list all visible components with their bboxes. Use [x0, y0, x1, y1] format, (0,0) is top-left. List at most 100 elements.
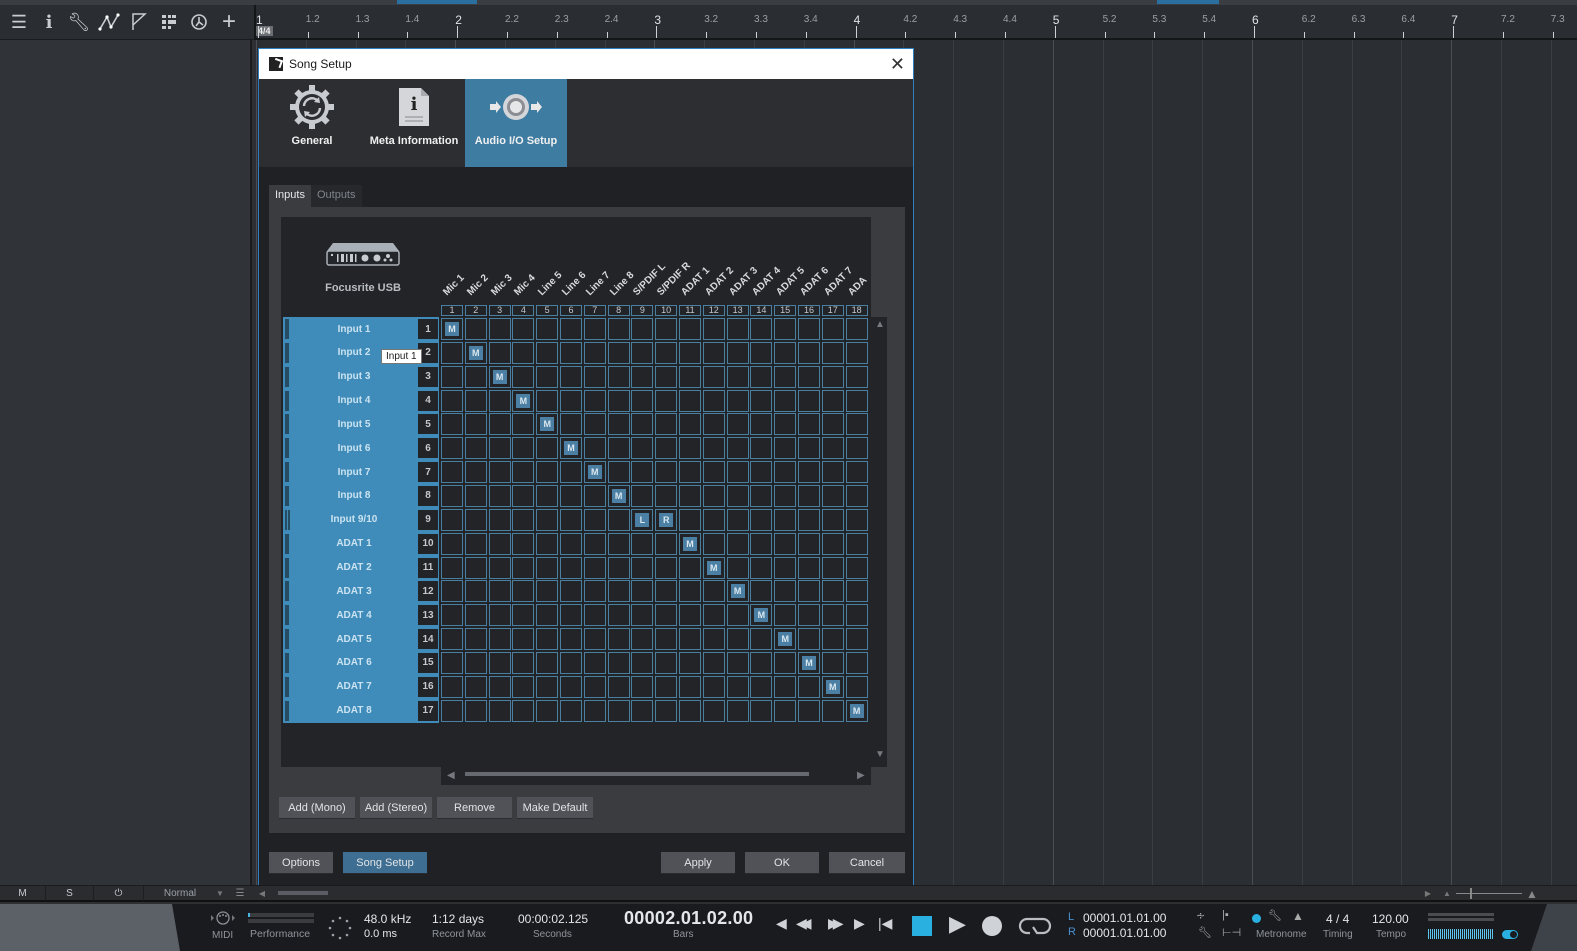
matrix-cell[interactable] [631, 365, 654, 388]
matrix-cell[interactable] [774, 341, 797, 364]
matrix-cell[interactable] [583, 651, 606, 674]
matrix-cell[interactable]: M [536, 413, 559, 436]
matrix-cell[interactable] [536, 318, 559, 340]
matrix-cell[interactable] [464, 580, 487, 603]
matrix-cell[interactable] [750, 532, 773, 555]
matrix-cell[interactable] [631, 389, 654, 412]
matrix-cell[interactable] [845, 484, 868, 507]
matrix-cell[interactable] [488, 413, 511, 436]
matrix-cell[interactable] [607, 532, 630, 555]
matrix-cell[interactable] [702, 413, 725, 436]
matrix-cell[interactable] [488, 484, 511, 507]
automation-icon[interactable] [94, 7, 124, 37]
close-icon[interactable]: ✕ [890, 54, 905, 75]
matrix-cell[interactable] [679, 484, 701, 507]
matrix-cell[interactable] [464, 651, 487, 674]
matrix-cell[interactable] [726, 699, 749, 722]
matrix-cell[interactable] [441, 651, 463, 674]
matrix-cell[interactable] [488, 532, 511, 555]
matrix-cell[interactable] [726, 413, 749, 436]
matrix-cell[interactable] [583, 699, 606, 722]
matrix-cell[interactable] [607, 389, 630, 412]
zoom-out-icon[interactable]: ▲ [1440, 886, 1454, 901]
metronome-toggle[interactable] [1252, 914, 1261, 923]
flag-icon[interactable] [124, 7, 154, 37]
matrix-cell[interactable] [560, 675, 582, 698]
remove-button[interactable]: Remove [437, 797, 512, 819]
matrix-cell[interactable] [726, 604, 749, 627]
menu-icon[interactable]: ☰ [4, 7, 34, 37]
matrix-cell[interactable] [536, 699, 559, 722]
matrix-cell[interactable] [560, 699, 582, 722]
category-meta-information[interactable]: i Meta Information [363, 79, 465, 167]
loop-button[interactable] [1018, 916, 1052, 941]
matrix-cell[interactable] [655, 651, 678, 674]
channel-row-label[interactable]: ADAT 1 [283, 531, 417, 556]
options-button[interactable]: Options [269, 852, 333, 874]
tempo-value[interactable]: 120.00 [1372, 912, 1409, 926]
ok-button[interactable]: OK [745, 852, 819, 874]
matrix-cell[interactable] [702, 461, 725, 484]
matrix-cell[interactable] [488, 341, 511, 364]
matrix-cell[interactable] [464, 389, 487, 412]
chevron-down-icon[interactable]: ▼ [212, 886, 228, 901]
matrix-cell[interactable] [536, 628, 559, 651]
matrix-cell[interactable] [798, 628, 820, 651]
matrix-cell[interactable] [631, 532, 654, 555]
matrix-cell[interactable] [512, 413, 535, 436]
matrix-cell[interactable] [441, 341, 463, 364]
tab-outputs[interactable]: Outputs [310, 185, 362, 207]
matrix-cell[interactable] [655, 389, 678, 412]
matrix-cell[interactable] [774, 532, 797, 555]
matrix-cell[interactable] [798, 675, 820, 698]
pre-roll-icon[interactable]: |▪ [1222, 909, 1229, 921]
matrix-cell[interactable] [845, 389, 868, 412]
matrix-cell[interactable] [583, 580, 606, 603]
matrix-cell[interactable] [726, 651, 749, 674]
matrix-cell[interactable] [536, 461, 559, 484]
matrix-cell[interactable] [583, 318, 606, 340]
matrix-cell[interactable] [702, 508, 725, 531]
matrix-cell[interactable] [655, 604, 678, 627]
matrix-cell[interactable] [583, 628, 606, 651]
matrix-cell[interactable] [607, 699, 630, 722]
matrix-cell[interactable] [726, 365, 749, 388]
matrix-cell[interactable] [726, 508, 749, 531]
matrix-cell[interactable] [488, 556, 511, 579]
scroll-left-arrow[interactable]: ◀ [447, 770, 455, 781]
matrix-cell[interactable] [679, 365, 701, 388]
matrix-cell[interactable] [607, 604, 630, 627]
matrix-cell[interactable] [798, 532, 820, 555]
matrix-cell[interactable] [464, 675, 487, 698]
matrix-cell[interactable] [702, 437, 725, 460]
channel-row-label[interactable]: Input 7 [283, 460, 417, 485]
channel-row-label[interactable]: ADAT 3 [283, 579, 417, 604]
matrix-cell[interactable] [560, 556, 582, 579]
matrix-cell[interactable] [821, 413, 844, 436]
matrix-cell[interactable] [536, 651, 559, 674]
matrix-cell[interactable] [774, 461, 797, 484]
matrix-cell[interactable] [679, 675, 701, 698]
return-to-zero-icon[interactable]: |◀ [878, 915, 892, 932]
matrix-cell[interactable] [774, 437, 797, 460]
matrix-cell[interactable] [560, 461, 582, 484]
matrix-cell[interactable] [798, 484, 820, 507]
matrix-cell[interactable] [726, 437, 749, 460]
stop-button[interactable] [912, 916, 932, 936]
matrix-cell[interactable] [798, 413, 820, 436]
matrix-cell[interactable] [607, 628, 630, 651]
matrix-cell[interactable]: M [798, 651, 820, 674]
matrix-cell[interactable] [583, 413, 606, 436]
matrix-cell[interactable] [607, 580, 630, 603]
horizontal-scrollbar[interactable]: ◀ ▶ [441, 767, 871, 785]
matrix-cell[interactable] [488, 604, 511, 627]
matrix-cell[interactable] [679, 699, 701, 722]
matrix-cell[interactable] [464, 556, 487, 579]
matrix-cell[interactable] [655, 675, 678, 698]
matrix-cell[interactable] [750, 699, 773, 722]
matrix-cell[interactable] [512, 628, 535, 651]
matrix-cell[interactable] [464, 484, 487, 507]
matrix-cell[interactable] [750, 675, 773, 698]
matrix-cell[interactable] [536, 508, 559, 531]
matrix-cell[interactable] [607, 461, 630, 484]
